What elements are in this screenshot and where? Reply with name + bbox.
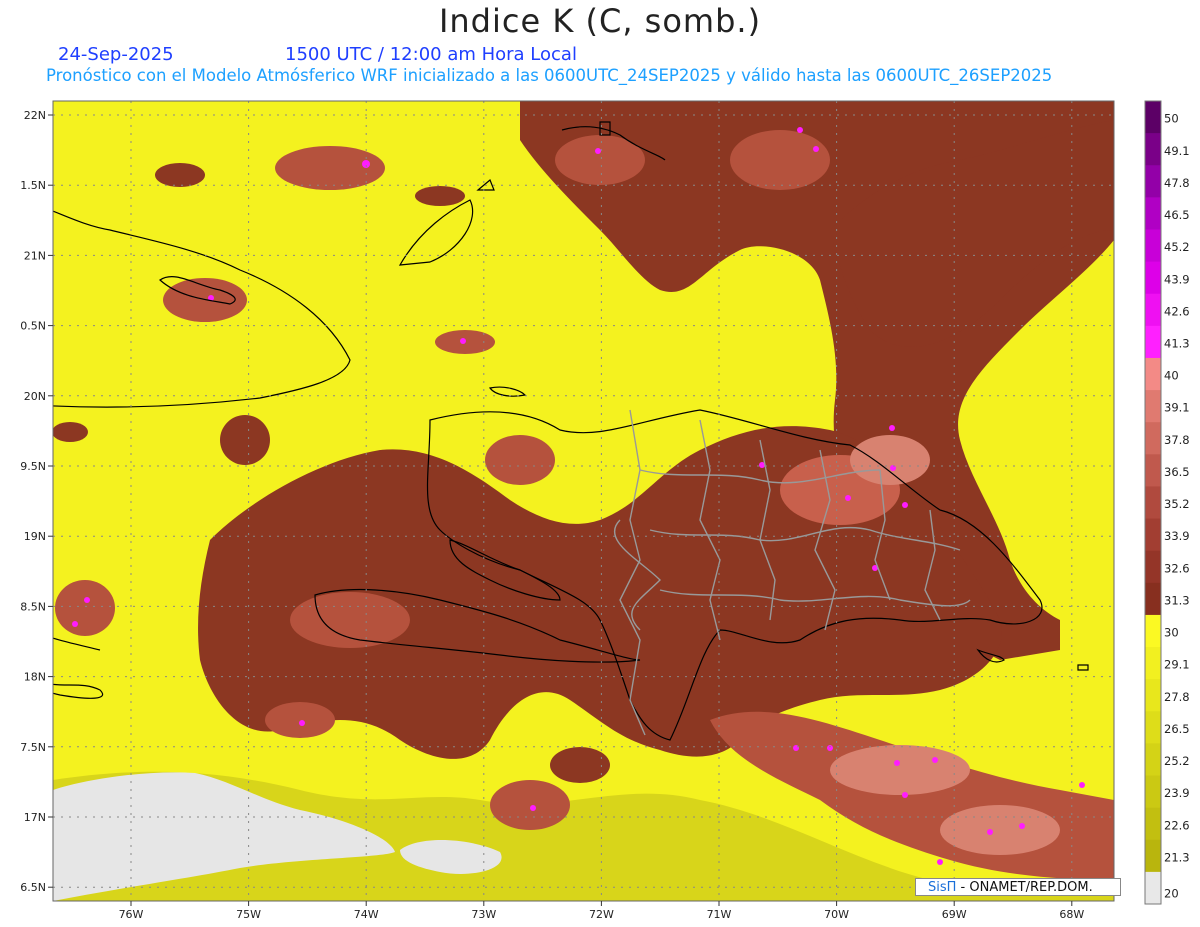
lon-tick-label: 68W — [1059, 908, 1084, 921]
blob — [55, 580, 115, 636]
lat-tick-label: 17N — [24, 811, 46, 824]
blob — [220, 415, 270, 465]
colorbar-label: 31.3 — [1164, 593, 1190, 607]
lat-tick-label: 7.5N — [20, 741, 46, 754]
lat-tick-label: 1.5N — [20, 179, 46, 192]
colorbar-segment — [1145, 807, 1161, 841]
colorbar-segment — [1145, 679, 1161, 712]
lat-tick-label: 6.5N — [20, 881, 46, 894]
credit-box: SisΠ - ONAMET/REP.DOM. — [915, 878, 1121, 896]
colorbar-segment — [1145, 261, 1161, 295]
colorbar-label: 27.8 — [1164, 690, 1190, 704]
colorbar-segment — [1145, 711, 1161, 744]
lat-tick-label: 19N — [24, 530, 46, 543]
map-plot-area — [53, 101, 1114, 901]
colorbar-label: 35.2 — [1164, 497, 1190, 511]
colorbar-segment — [1145, 133, 1161, 166]
map-figure: 22N 1.5N 21N 0.5N 20N 9.5N 19N 8.5N 18N 7.5N 17N 6.… — [20, 100, 1190, 921]
lon-tick-label: 75W — [236, 908, 261, 921]
colorbar-label: 33.9 — [1164, 529, 1190, 543]
colorbar-segment — [1145, 871, 1161, 905]
colorbar-segment — [1145, 165, 1161, 198]
colorbar-label: 41.3 — [1164, 337, 1190, 351]
lon-tick-label: 72W — [589, 908, 614, 921]
colorbar-segment — [1145, 357, 1161, 391]
colorbar-label: 45.2 — [1164, 240, 1190, 254]
colorbar-label: 46.5 — [1164, 208, 1190, 222]
lat-tick-label: 22N — [24, 109, 46, 122]
colorbar-segment — [1145, 518, 1161, 552]
lon-axis: 76W 75W 74W 73W 72W 71W 70W 69W 68W — [119, 901, 1084, 921]
colorbar-segment — [1145, 454, 1161, 487]
blob — [53, 422, 88, 442]
salmon-patch — [940, 805, 1060, 855]
colorbar-label: 29.1 — [1164, 658, 1190, 672]
colorbar-label: 23.9 — [1164, 786, 1190, 800]
colorbar-label: 40 — [1164, 369, 1179, 383]
sispi-logo: SisΠ — [928, 880, 957, 895]
colorbar-segment — [1145, 422, 1161, 455]
blob — [730, 130, 830, 190]
lon-tick-label: 76W — [119, 908, 144, 921]
colorbar-segment — [1145, 229, 1161, 263]
lon-tick-label: 71W — [707, 908, 732, 921]
lon-tick-label: 73W — [471, 908, 496, 921]
lat-tick-label: 18N — [24, 671, 46, 684]
colorbar-segment — [1145, 390, 1161, 423]
colorbar-segment — [1145, 197, 1161, 230]
lat-tick-label: 21N — [24, 249, 46, 262]
colorbar-segment — [1145, 293, 1161, 327]
lon-tick-label: 69W — [942, 908, 967, 921]
colorbar-segment — [1145, 550, 1161, 584]
colorbar-label: 26.5 — [1164, 722, 1190, 736]
lat-tick-label: 20N — [24, 390, 46, 403]
lat-tick-label: 0.5N — [20, 320, 46, 333]
colorbar-label: 32.6 — [1164, 561, 1190, 575]
colorbar-label: 25.2 — [1164, 754, 1190, 768]
lon-tick-label: 70W — [824, 908, 849, 921]
lat-tick-label: 8.5N — [20, 600, 46, 613]
colorbar-label: 36.5 — [1164, 465, 1190, 479]
colorbar-label: 22.6 — [1164, 818, 1190, 832]
colorbar-segment — [1145, 486, 1161, 520]
salmon-patch — [850, 435, 930, 485]
colorbar-segment — [1145, 775, 1161, 809]
colorbar-label: 39.1 — [1164, 401, 1190, 415]
colorbar-label: 21.3 — [1164, 850, 1190, 864]
blob — [155, 163, 205, 187]
salmon-patch — [830, 745, 970, 795]
salmon-patch — [290, 592, 410, 648]
colorbar-segment — [1145, 647, 1161, 680]
colorbar-segment — [1145, 325, 1161, 359]
colorbar-label: 43.9 — [1164, 272, 1190, 286]
lat-tick-label: 9.5N — [20, 460, 46, 473]
colorbar: 50 49.1 47.8 46.5 45.2 43.9 42.6 41.3 40 39.1 37.8… — [1144, 100, 1190, 905]
blob — [275, 146, 385, 190]
lon-tick-label: 74W — [354, 908, 379, 921]
colorbar-segment — [1145, 743, 1161, 777]
blob — [490, 780, 570, 830]
lat-axis: 22N 1.5N 21N 0.5N 20N 9.5N 19N 8.5N 18N 7.5N 17N 6.… — [20, 109, 53, 894]
colorbar-segment — [1145, 839, 1161, 873]
colorbar-label: 50 — [1164, 112, 1179, 126]
colorbar-segment — [1145, 614, 1161, 648]
salmon-patch — [485, 435, 555, 485]
colorbar-label: 30 — [1164, 626, 1179, 640]
colorbar-label: 20 — [1164, 887, 1179, 901]
colorbar-label: 47.8 — [1164, 176, 1190, 190]
salmon-patch — [265, 702, 335, 738]
colorbar-label: 42.6 — [1164, 304, 1190, 318]
colorbar-label: 37.8 — [1164, 433, 1190, 447]
credit-text: - ONAMET/REP.DOM. — [956, 880, 1093, 895]
blob — [415, 186, 465, 206]
colorbar-segment — [1145, 582, 1161, 616]
colorbar-label: 49.1 — [1164, 144, 1190, 158]
colorbar-segment — [1145, 101, 1161, 134]
